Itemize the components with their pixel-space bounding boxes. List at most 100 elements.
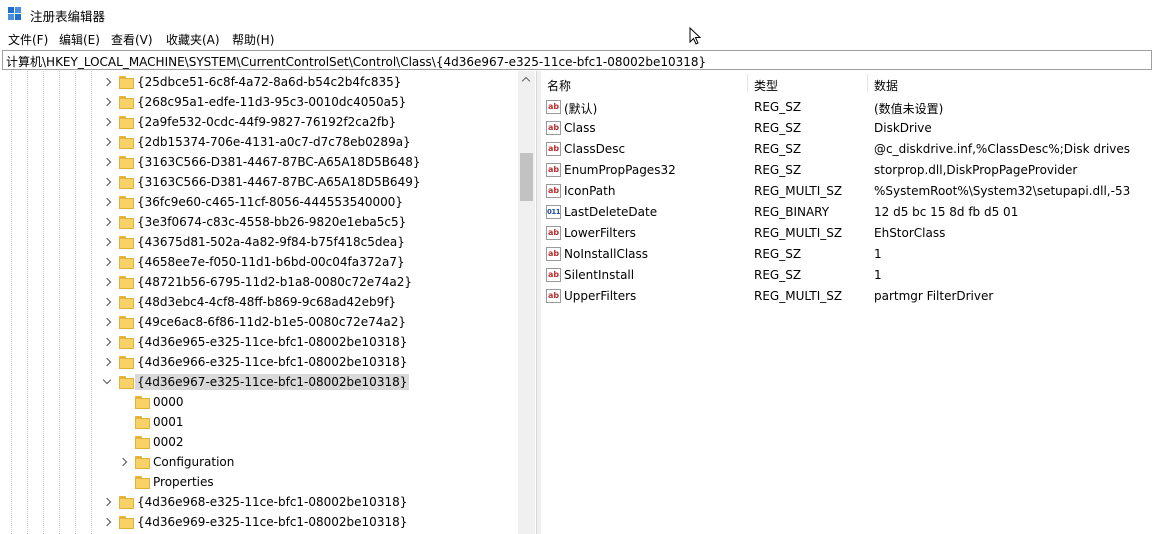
tree-item[interactable]: {25dbce51-6c8f-4a72-8a6d-b54c2b4fc835}: [0, 73, 518, 93]
value-row[interactable]: ab (默认) REG_SZ (数值未设置): [541, 97, 1155, 118]
tree-scrollbar[interactable]: [518, 71, 535, 534]
value-name: ClassDesc: [564, 142, 626, 156]
address-path[interactable]: 计算机\HKEY_LOCAL_MACHINE\SYSTEM\CurrentCon…: [6, 53, 706, 70]
string-value-icon: ab: [546, 121, 561, 135]
tree-item-label[interactable]: {4658ee7e-f050-11d1-b6bd-00c04fa372a7}: [135, 254, 407, 270]
tree-item-label[interactable]: {3163C566-D381-4467-87BC-A65A18D5B649}: [135, 174, 422, 190]
value-data: 12 d5 bc 15 8d fb d5 01: [874, 205, 1019, 219]
tree-item-label[interactable]: {48721b56-6795-11d2-b1a8-0080c72e74a2}: [135, 274, 414, 290]
tree-item-label[interactable]: {4d36e969-e325-11ce-bfc1-08002be10318}: [135, 514, 409, 530]
menu-file[interactable]: 文件(F): [6, 31, 50, 48]
expand-chevron-icon[interactable]: [102, 357, 112, 367]
tree-item-label[interactable]: {4d36e968-e325-11ce-bfc1-08002be10318}: [135, 494, 409, 510]
column-header-name[interactable]: 名称: [541, 71, 747, 95]
tree-item-label[interactable]: {2db15374-706e-4131-a0c7-d7c78eb0289a}: [135, 134, 413, 150]
menu-view[interactable]: 查看(V): [109, 31, 155, 48]
column-header-data[interactable]: 数据: [868, 71, 1155, 95]
value-row[interactable]: ab IconPath REG_MULTI_SZ %SystemRoot%\Syste…: [541, 181, 1155, 202]
expand-chevron-icon[interactable]: [102, 257, 112, 267]
tree-item-label[interactable]: Configuration: [151, 454, 236, 470]
value-row[interactable]: 011 LastDeleteDate REG_BINARY 12 d5 bc 15 8…: [541, 202, 1155, 223]
tree-item-label[interactable]: {268c95a1-edfe-11d3-95c3-0010dc4050a5}: [135, 94, 408, 110]
folder-icon: [119, 316, 134, 329]
tree-item-label[interactable]: {4d36e966-e325-11ce-bfc1-08002be10318}: [135, 354, 409, 370]
tree-item-label[interactable]: 0000: [151, 394, 186, 410]
tree-item-label[interactable]: {49ce6ac8-6f86-11d2-b1e5-0080c72e74a2}: [135, 314, 408, 330]
scroll-up-arrow-icon[interactable]: [518, 71, 535, 88]
expand-chevron-icon[interactable]: [102, 177, 112, 187]
value-row[interactable]: ab SilentInstall REG_SZ 1: [541, 265, 1155, 286]
tree-item-label[interactable]: {3163C566-D381-4467-87BC-A65A18D5B648}: [135, 154, 422, 170]
tree-item[interactable]: 0002: [0, 433, 518, 453]
folder-icon: [119, 276, 134, 289]
column-header-type[interactable]: 类型: [748, 71, 867, 95]
expand-chevron-icon[interactable]: [102, 157, 112, 167]
values-list[interactable]: 名称 类型 数据 ab (默认) REG_SZ (数值未设置) ab Class REG_S…: [541, 71, 1155, 534]
value-row[interactable]: ab NoInstallClass REG_SZ 1: [541, 244, 1155, 265]
tree-item-label[interactable]: {43675d81-502a-4a82-9f84-b75f418c5dea}: [135, 234, 407, 250]
expand-chevron-icon[interactable]: [102, 97, 112, 107]
tree-item[interactable]: {4658ee7e-f050-11d1-b6bd-00c04fa372a7}: [0, 253, 518, 273]
scroll-thumb[interactable]: [520, 153, 533, 201]
tree-item[interactable]: {4d36e966-e325-11ce-bfc1-08002be10318}: [0, 353, 518, 373]
menu-favorites[interactable]: 收藏夹(A): [164, 31, 222, 48]
tree-item-label[interactable]: 0001: [151, 414, 186, 430]
address-bar[interactable]: 计算机\HKEY_LOCAL_MACHINE\SYSTEM\CurrentCon…: [2, 50, 1152, 70]
expand-chevron-icon[interactable]: [102, 117, 112, 127]
expand-chevron-icon[interactable]: [102, 277, 112, 287]
tree-item[interactable]: {49ce6ac8-6f86-11d2-b1e5-0080c72e74a2}: [0, 313, 518, 333]
value-row[interactable]: ab UpperFilters REG_MULTI_SZ partmgr Filter…: [541, 286, 1155, 307]
tree-item[interactable]: {4d36e965-e325-11ce-bfc1-08002be10318}: [0, 333, 518, 353]
expand-chevron-icon[interactable]: [102, 497, 112, 507]
tree-item-label[interactable]: {25dbce51-6c8f-4a72-8a6d-b54c2b4fc835}: [135, 74, 403, 90]
value-type: REG_SZ: [754, 142, 802, 156]
tree-item[interactable]: Properties: [0, 473, 518, 493]
tree-item[interactable]: {43675d81-502a-4a82-9f84-b75f418c5dea}: [0, 233, 518, 253]
tree-item[interactable]: 0000: [0, 393, 518, 413]
expand-chevron-icon[interactable]: [102, 317, 112, 327]
tree-item[interactable]: Configuration: [0, 453, 518, 473]
tree-item-label[interactable]: Properties: [151, 474, 216, 490]
tree-item[interactable]: {4d36e969-e325-11ce-bfc1-08002be10318}: [0, 513, 518, 533]
tree-item-label[interactable]: {3e3f0674-c83c-4558-bb26-9820e1eba5c5}: [135, 214, 408, 230]
menu-edit[interactable]: 编辑(E): [57, 31, 102, 48]
expand-chevron-icon[interactable]: [102, 337, 112, 347]
value-name: UpperFilters: [564, 289, 637, 303]
tree-item-label[interactable]: {48d3ebc4-4cf8-48ff-b869-9c68ad42eb9f}: [135, 294, 398, 310]
value-row[interactable]: ab EnumPropPages32 REG_SZ storprop.dll,Disk…: [541, 160, 1155, 181]
tree-item[interactable]: {36fc9e60-c465-11cf-8056-444553540000}: [0, 193, 518, 213]
tree-item[interactable]: {3163C566-D381-4467-87BC-A65A18D5B648}: [0, 153, 518, 173]
tree-item-label[interactable]: {4d36e967-e325-11ce-bfc1-08002be10318}: [135, 374, 410, 390]
string-value-icon: ab: [546, 247, 561, 261]
menu-help[interactable]: 帮助(H): [230, 31, 276, 48]
tree-item[interactable]: {2a9fe532-0cdc-44f9-9827-76192f2ca2fb}: [0, 113, 518, 133]
tree-item[interactable]: {3e3f0674-c83c-4558-bb26-9820e1eba5c5}: [0, 213, 518, 233]
string-value-icon: ab: [546, 100, 561, 114]
expand-chevron-icon[interactable]: [102, 517, 112, 527]
expand-chevron-icon[interactable]: [102, 297, 112, 307]
tree-item-label[interactable]: {36fc9e60-c465-11cf-8056-444553540000}: [135, 194, 405, 210]
tree-item[interactable]: {48d3ebc4-4cf8-48ff-b869-9c68ad42eb9f}: [0, 293, 518, 313]
value-row[interactable]: ab Class REG_SZ DiskDrive: [541, 118, 1155, 139]
tree-item-label[interactable]: {4d36e965-e325-11ce-bfc1-08002be10318}: [135, 334, 409, 350]
tree-item-label[interactable]: {2a9fe532-0cdc-44f9-9827-76192f2ca2fb}: [135, 114, 398, 130]
tree-item[interactable]: {48721b56-6795-11d2-b1a8-0080c72e74a2}: [0, 273, 518, 293]
expand-chevron-icon[interactable]: [102, 237, 112, 247]
tree-item-label[interactable]: 0002: [151, 434, 186, 450]
tree-item[interactable]: {3163C566-D381-4467-87BC-A65A18D5B649}: [0, 173, 518, 193]
expand-chevron-icon[interactable]: [102, 197, 112, 207]
expand-chevron-icon[interactable]: [102, 217, 112, 227]
tree-item[interactable]: {4d36e967-e325-11ce-bfc1-08002be10318}: [0, 373, 518, 393]
expand-chevron-icon[interactable]: [102, 77, 112, 87]
collapse-chevron-icon[interactable]: [102, 375, 112, 385]
tree-item[interactable]: {2db15374-706e-4131-a0c7-d7c78eb0289a}: [0, 133, 518, 153]
folder-icon: [119, 376, 134, 389]
expand-chevron-icon[interactable]: [118, 457, 128, 467]
key-tree[interactable]: {25dbce51-6c8f-4a72-8a6d-b54c2b4fc835} {2…: [0, 71, 537, 534]
tree-item[interactable]: {4d36e968-e325-11ce-bfc1-08002be10318}: [0, 493, 518, 513]
expand-chevron-icon[interactable]: [102, 137, 112, 147]
tree-item[interactable]: 0001: [0, 413, 518, 433]
value-row[interactable]: ab ClassDesc REG_SZ @c_diskdrive.inf,%Class…: [541, 139, 1155, 160]
tree-item[interactable]: {268c95a1-edfe-11d3-95c3-0010dc4050a5}: [0, 93, 518, 113]
value-row[interactable]: ab LowerFilters REG_MULTI_SZ EhStorClass: [541, 223, 1155, 244]
